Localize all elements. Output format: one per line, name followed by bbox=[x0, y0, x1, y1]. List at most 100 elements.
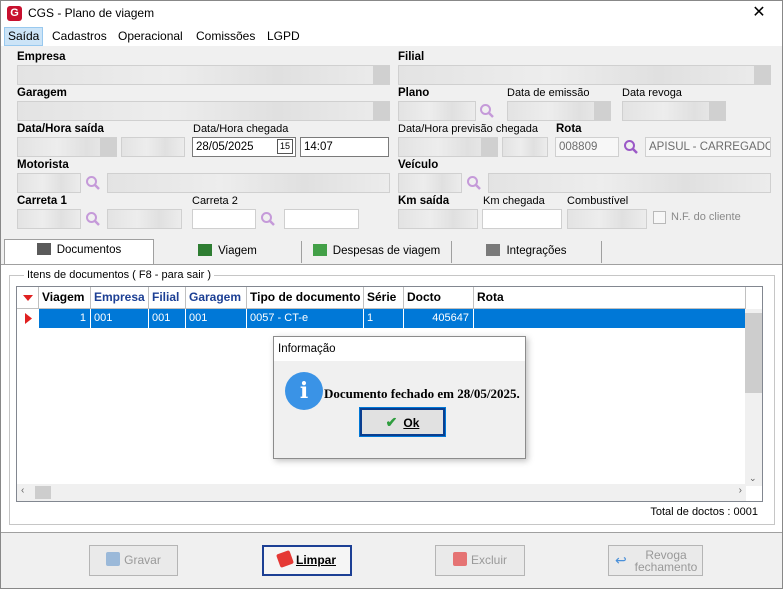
eraser-icon bbox=[276, 550, 294, 568]
search-icon[interactable] bbox=[260, 211, 276, 227]
calendar-button[interactable] bbox=[100, 138, 116, 156]
menu-saida[interactable]: Saída bbox=[4, 27, 44, 46]
empresa-field[interactable] bbox=[17, 65, 390, 85]
chevron-down-icon[interactable]: ⌄ bbox=[749, 473, 757, 484]
search-icon[interactable] bbox=[466, 175, 482, 191]
tab-despesas[interactable]: Despesas de viagem bbox=[302, 241, 452, 263]
button-bar: Gravar Limpar Excluir ↩ Revoga fechament… bbox=[1, 532, 782, 588]
data-revoga-label: Data revoga bbox=[622, 87, 682, 99]
calendar-button[interactable] bbox=[481, 138, 497, 156]
data-emissao-field[interactable] bbox=[507, 101, 611, 121]
revoga-fechamento-button[interactable]: ↩ Revoga fechamento bbox=[608, 545, 703, 576]
chevron-right-icon[interactable]: › bbox=[739, 485, 742, 496]
revoga-label-line2: fechamento bbox=[634, 560, 698, 574]
data-revoga-field[interactable] bbox=[622, 101, 726, 121]
cell-filial[interactable]: 001 bbox=[149, 309, 186, 328]
carreta1-name-field[interactable] bbox=[107, 209, 182, 229]
integration-icon bbox=[486, 244, 501, 256]
hscroll-thumb[interactable] bbox=[35, 486, 51, 499]
hora-previsao-field[interactable] bbox=[502, 137, 548, 157]
data-hora-chegada-label: Data/Hora chegada bbox=[193, 123, 289, 135]
excluir-button[interactable]: Excluir bbox=[435, 545, 525, 576]
horizontal-scrollbar[interactable]: ‹ › bbox=[17, 484, 746, 501]
tab-viagem[interactable]: Viagem bbox=[154, 241, 302, 263]
motorista-code-field[interactable] bbox=[17, 173, 81, 193]
rota-name-field[interactable]: APISUL - CARREGADO - bbox=[645, 137, 771, 157]
empresa-label: Empresa bbox=[17, 51, 66, 63]
close-icon[interactable]: ✕ bbox=[742, 2, 776, 24]
rota-code-field[interactable]: 008809 bbox=[555, 137, 619, 157]
tab-documentos[interactable]: Documentos bbox=[4, 239, 154, 264]
col-rota[interactable]: Rota bbox=[474, 287, 746, 309]
cell-docto[interactable]: 405647 bbox=[404, 309, 474, 328]
menu-cadastros[interactable]: Cadastros bbox=[49, 27, 110, 46]
col-docto[interactable]: Docto bbox=[404, 287, 474, 309]
vertical-scrollbar[interactable]: ⌄ bbox=[745, 309, 762, 486]
tab-integracoes[interactable]: Integrações bbox=[452, 241, 602, 263]
carreta2-code-field[interactable] bbox=[192, 209, 256, 229]
menu-lgpd[interactable]: LGPD bbox=[264, 27, 303, 46]
gravar-button[interactable]: Gravar bbox=[89, 545, 178, 576]
carreta1-code-field[interactable] bbox=[17, 209, 81, 229]
calendar-button[interactable] bbox=[594, 102, 610, 120]
search-icon[interactable] bbox=[479, 103, 495, 119]
scroll-thumb[interactable] bbox=[745, 313, 762, 393]
motorista-name-field[interactable] bbox=[107, 173, 390, 193]
data-previsao-field[interactable] bbox=[398, 137, 498, 157]
col-garagem[interactable]: Garagem bbox=[186, 287, 247, 309]
col-filial[interactable]: Filial bbox=[149, 287, 186, 309]
km-chegada-field[interactable] bbox=[482, 209, 562, 229]
col-serie[interactable]: Série bbox=[364, 287, 404, 309]
calendar-button[interactable] bbox=[709, 102, 725, 120]
cell-tipo-documento[interactable]: 0057 - CT-e bbox=[247, 309, 364, 328]
ok-button[interactable]: ✔ Ok bbox=[359, 407, 446, 437]
km-saida-field[interactable] bbox=[398, 209, 478, 229]
data-hora-saida-label: Data/Hora saída bbox=[17, 123, 104, 135]
nf-cliente-checkbox[interactable] bbox=[653, 211, 666, 224]
veiculo-name-field[interactable] bbox=[488, 173, 771, 193]
km-chegada-label: Km chegada bbox=[483, 195, 545, 207]
cell-empresa[interactable]: 001 bbox=[91, 309, 149, 328]
garagem-field[interactable] bbox=[17, 101, 390, 121]
group-label: Itens de documentos ( F8 - para sair ) bbox=[24, 269, 215, 281]
cell-rota[interactable] bbox=[474, 309, 746, 328]
cell-garagem[interactable]: 001 bbox=[186, 309, 247, 328]
dropdown-button[interactable] bbox=[373, 102, 389, 120]
km-saida-label: Km saída bbox=[398, 195, 450, 207]
veiculo-code-field[interactable] bbox=[398, 173, 462, 193]
dropdown-button[interactable] bbox=[754, 66, 770, 84]
combustivel-field[interactable] bbox=[567, 209, 647, 229]
menu-operacional[interactable]: Operacional bbox=[115, 27, 186, 46]
carreta2-name-field[interactable] bbox=[284, 209, 359, 229]
data-saida-field[interactable] bbox=[17, 137, 117, 157]
nf-cliente-label: N.F. do cliente bbox=[671, 211, 741, 223]
hora-saida-field[interactable] bbox=[121, 137, 185, 157]
menu-comissoes[interactable]: Comissões bbox=[193, 27, 258, 46]
info-icon: i bbox=[285, 372, 323, 410]
chevron-left-icon[interactable]: ‹ bbox=[21, 485, 24, 496]
col-tipo-documento[interactable]: Tipo de documento bbox=[247, 287, 364, 309]
dialog-message: Documento fechado em 28/05/2025. bbox=[324, 386, 520, 401]
search-icon[interactable] bbox=[623, 139, 639, 155]
col-viagem[interactable]: Viagem bbox=[39, 287, 91, 309]
search-icon[interactable] bbox=[85, 211, 101, 227]
trash-icon bbox=[452, 552, 467, 566]
tab-viagem-label: Viagem bbox=[218, 245, 257, 257]
title-bar: G CGS - Plano de viagem ✕ bbox=[1, 1, 782, 27]
search-icon[interactable] bbox=[85, 175, 101, 191]
filial-field[interactable] bbox=[398, 65, 771, 85]
plano-field[interactable] bbox=[398, 101, 476, 121]
motorista-label: Motorista bbox=[17, 159, 69, 171]
cell-viagem[interactable]: 1 bbox=[39, 309, 91, 328]
check-icon: ✔ bbox=[385, 414, 398, 430]
col-empresa[interactable]: Empresa bbox=[91, 287, 149, 309]
save-icon bbox=[106, 552, 121, 566]
app-logo-icon: G bbox=[7, 6, 22, 21]
hora-chegada-field[interactable]: 14:07 bbox=[300, 137, 389, 157]
dropdown-button[interactable] bbox=[373, 66, 389, 84]
cell-serie[interactable]: 1 bbox=[364, 309, 404, 328]
data-chegada-field[interactable]: 28/05/2025 15 bbox=[192, 137, 296, 157]
limpar-button[interactable]: Limpar bbox=[262, 545, 352, 576]
rota-code-value: 008809 bbox=[559, 141, 598, 153]
calendar-icon[interactable]: 15 bbox=[277, 139, 293, 154]
